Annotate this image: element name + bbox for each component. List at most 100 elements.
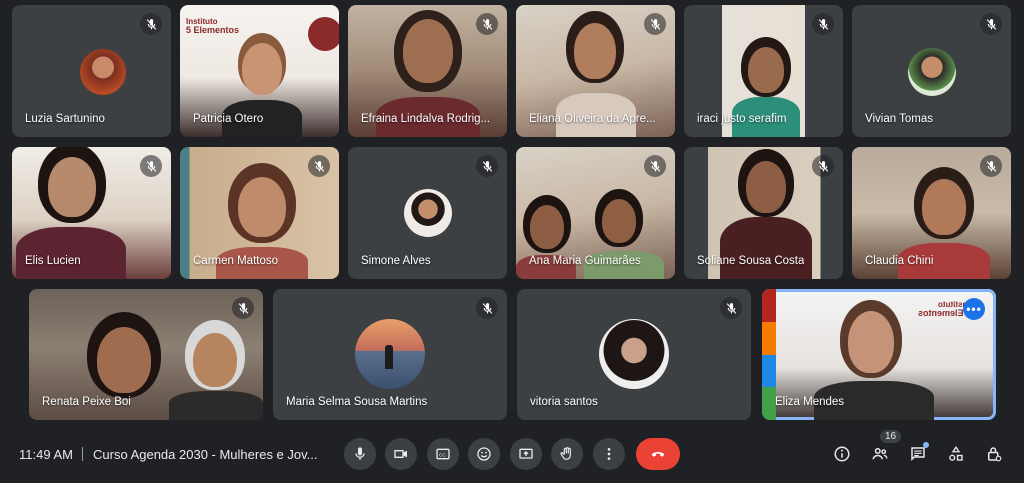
participant-video <box>922 179 966 235</box>
people-button[interactable] <box>870 444 890 464</box>
participant-tile[interactable]: Maria Selma Sousa Martins <box>273 289 507 420</box>
leave-call-button[interactable] <box>636 438 680 470</box>
more-options-button[interactable] <box>593 438 625 470</box>
participant-name: Eliana Oliveira da Apre... <box>529 113 656 125</box>
participant-name: Luzia Sartunino <box>25 113 105 125</box>
mic-off-icon <box>232 297 254 319</box>
participant-tile[interactable]: iraci justo serafim <box>684 5 843 137</box>
host-controls-icon <box>988 447 1002 462</box>
participant-name: Renata Peixe Boi <box>42 396 131 408</box>
participant-tile[interactable]: Ana Maria Guimarães <box>516 147 675 279</box>
participant-video <box>746 161 786 213</box>
participant-video <box>530 205 564 249</box>
meeting-title: Curso Agenda 2030 - Mulheres e Jov... <box>93 447 318 462</box>
participant-tile[interactable]: Claudia Chini <box>852 147 1011 279</box>
captions-button[interactable]: CC <box>427 438 459 470</box>
raise-hand-button[interactable] <box>551 438 583 470</box>
mic-off-icon <box>308 155 330 177</box>
avatar <box>908 48 956 96</box>
participant-shirt <box>16 227 126 279</box>
participant-video <box>48 157 96 217</box>
avatar <box>599 319 669 389</box>
participant-name: Patricia Otero <box>193 113 264 125</box>
end-call-icon <box>651 452 665 457</box>
participant-tile[interactable]: Simone Alves <box>348 147 507 279</box>
participant-video <box>574 23 616 79</box>
mic-off-icon <box>980 13 1002 35</box>
mic-off-icon <box>476 297 498 319</box>
participant-name: Maria Selma Sousa Martins <box>286 396 428 408</box>
meeting-control-bar: 11:49 AM Curso Agenda 2030 - Mulheres e … <box>0 430 1024 483</box>
host-controls-button[interactable] <box>984 444 1004 464</box>
more-vert-icon <box>607 448 611 460</box>
activities-button[interactable] <box>946 444 966 464</box>
logo-seal <box>308 17 339 51</box>
participant-tile[interactable]: Vivian Tomas <box>852 5 1011 137</box>
mic-button[interactable] <box>344 438 376 470</box>
participant-count-badge: 16 <box>880 430 902 443</box>
participant-name: vitoria santos <box>530 396 598 408</box>
participant-tile[interactable]: vitoria santos <box>517 289 751 420</box>
present-button[interactable] <box>510 438 542 470</box>
mic-off-icon <box>644 155 666 177</box>
emoji-button[interactable] <box>468 438 500 470</box>
avatar <box>80 49 126 95</box>
participant-tile[interactable]: Efraina Lindalva Rodrig... <box>348 5 507 137</box>
divider <box>82 447 83 461</box>
camera-icon <box>394 450 407 458</box>
participant-tile[interactable]: Luzia Sartunino <box>12 5 171 137</box>
participant-name: Elis Lucien <box>25 255 81 267</box>
participant-video <box>97 327 151 393</box>
participant-name: Vivian Tomas <box>865 113 933 125</box>
activities-icon <box>949 446 963 461</box>
participant-name: Ana Maria Guimarães <box>529 255 641 267</box>
chat-notification-dot <box>923 442 929 448</box>
mic-off-icon <box>812 13 834 35</box>
present-icon <box>519 448 533 459</box>
mic-off-icon <box>720 297 742 319</box>
participant-video <box>748 47 784 93</box>
participant-tile[interactable]: Elis Lucien <box>12 147 171 279</box>
mic-off-icon <box>140 13 162 35</box>
color-stripes <box>762 289 776 420</box>
emoji-icon <box>477 447 491 461</box>
participant-video <box>602 199 636 243</box>
svg-text:CC: CC <box>439 452 446 457</box>
people-icon <box>872 448 888 460</box>
meeting-info-button[interactable] <box>832 444 852 464</box>
participant-shirt <box>169 391 263 420</box>
participant-name: Simone Alves <box>361 255 431 267</box>
participant-video <box>193 333 237 387</box>
participant-tile[interactable]: Soliane Sousa Costa <box>684 147 843 279</box>
participant-tile[interactable]: Carmen Mattoso <box>180 147 339 279</box>
camera-button[interactable] <box>385 438 417 470</box>
captions-icon: CC <box>436 448 450 460</box>
participant-name: Eliza Mendes <box>775 396 845 408</box>
logo-line2: 5 Elementos <box>186 25 240 35</box>
participant-tile[interactable]: Eliana Oliveira da Apre... <box>516 5 675 137</box>
participant-tile[interactable]: Renata Peixe Boi <box>29 289 263 420</box>
participant-video <box>403 19 453 83</box>
mic-off-icon <box>476 155 498 177</box>
mic-off-icon <box>980 155 1002 177</box>
mic-off-icon <box>644 13 666 35</box>
avatar <box>404 189 452 237</box>
participant-name: Claudia Chini <box>865 255 934 267</box>
mic-off-icon <box>476 13 498 35</box>
hiker-silhouette <box>385 345 393 369</box>
participant-name: Soliane Sousa Costa <box>697 255 805 267</box>
participant-name: Carmen Mattoso <box>193 255 279 267</box>
participant-tile-active-speaker[interactable]: Instituto 5 Elementos ••• Eliza Mendes <box>762 289 996 420</box>
more-options-icon[interactable]: ••• <box>963 298 985 320</box>
participant-name: iraci justo serafim <box>697 113 787 125</box>
mic-off-icon <box>812 155 834 177</box>
mic-icon <box>355 447 365 460</box>
raise-hand-icon <box>560 447 571 460</box>
participant-shirt <box>720 217 812 279</box>
participant-video <box>238 177 286 237</box>
meeting-clock: 11:49 AM <box>19 447 73 462</box>
participant-video <box>848 311 894 373</box>
info-icon <box>834 446 850 462</box>
participant-tile[interactable]: Instituto 5 Elementos Patricia Otero <box>180 5 339 137</box>
mic-off-icon <box>140 155 162 177</box>
